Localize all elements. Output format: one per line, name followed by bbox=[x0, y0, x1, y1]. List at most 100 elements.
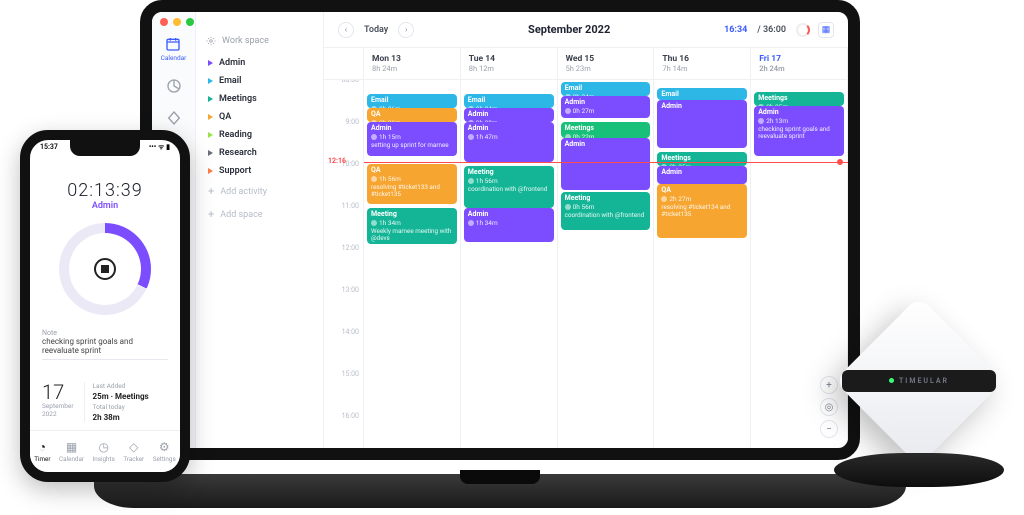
today-button[interactable]: Today bbox=[364, 25, 388, 35]
event-block[interactable]: QA0h 26m bbox=[367, 108, 457, 122]
note-input[interactable]: checking sprint goals and reevaluate spr… bbox=[42, 337, 168, 360]
phone-tabbar: ◔Timer ▦Calendar ◷Insights ◇Tracker ⚙Setting… bbox=[30, 430, 180, 472]
laptop-device: Calendar Work space AdminEmailMeetingsQA… bbox=[140, 0, 870, 490]
sidebar: Work space AdminEmailMeetingsQAReadingRe… bbox=[196, 12, 324, 448]
tab-calendar[interactable]: ▦Calendar bbox=[59, 440, 84, 463]
hour-label: 11:00 bbox=[342, 202, 359, 210]
hour-label: 14:00 bbox=[342, 328, 359, 336]
main-area: ‹ Today › September 2022 16:34 / 36:00 ▦… bbox=[324, 12, 848, 448]
day-header[interactable]: Fri 172h 24m bbox=[751, 48, 848, 79]
hour-label: 15:00 bbox=[342, 370, 359, 378]
tab-tracker[interactable]: ◇Tracker bbox=[123, 440, 144, 463]
brand-label: TIMEULAR bbox=[899, 377, 949, 385]
activity-email[interactable]: Email bbox=[206, 72, 313, 90]
event-block[interactable]: Meetings0h 25m bbox=[657, 152, 747, 166]
tracker-band: TIMEULAR bbox=[842, 370, 996, 392]
progress-ring-icon bbox=[796, 23, 810, 37]
pie-icon bbox=[166, 78, 182, 94]
calendar-grid[interactable]: 08:009:0010:0011:0012:0013:0014:0015:001… bbox=[324, 80, 848, 448]
event-block[interactable]: Email0h 24m bbox=[464, 94, 554, 108]
hour-label: 16:00 bbox=[342, 412, 359, 420]
event-block[interactable]: QA2h 27mresolving #ticket134 and #ticket… bbox=[657, 184, 747, 238]
rail-tracker[interactable] bbox=[166, 110, 182, 126]
event-block[interactable]: Admin1h 47m bbox=[464, 122, 554, 162]
laptop-screen: Calendar Work space AdminEmailMeetingsQA… bbox=[140, 0, 860, 460]
calendar-icon bbox=[165, 36, 181, 52]
time-gutter: 08:009:0010:0011:0012:0013:0014:0015:001… bbox=[324, 80, 364, 448]
day-header[interactable]: Mon 138h 24m bbox=[364, 48, 461, 79]
event-block[interactable]: Admin0h 27m bbox=[561, 96, 651, 118]
total-time: / 36:00 bbox=[757, 25, 786, 35]
day-header-row: Mon 138h 24mTue 148h 12mWed 155h 23mThu … bbox=[324, 48, 848, 80]
day-header[interactable]: Wed 155h 23m bbox=[558, 48, 655, 79]
day-column[interactable]: Email0h 24mAdmin0h 27m Meetings0h 22mAdmi… bbox=[558, 80, 655, 448]
event-block[interactable]: Email0h 26m bbox=[657, 88, 747, 100]
event-block[interactable]: Admin2h 13mchecking sprint goals and ree… bbox=[754, 106, 844, 156]
phone-stats: 17 September 2022 Last Added 25m · Meeti… bbox=[42, 382, 168, 422]
activity-research[interactable]: Research bbox=[206, 144, 313, 162]
add-space[interactable]: +Add space bbox=[206, 203, 313, 226]
hour-label: 12:00 bbox=[342, 244, 359, 252]
status-icons: ••• ᯤ ▮ bbox=[149, 143, 170, 152]
next-button[interactable]: › bbox=[398, 22, 414, 38]
gear-icon bbox=[206, 36, 216, 46]
event-block[interactable]: QA1h 56mresolving #ticket133 and #ticket… bbox=[367, 164, 457, 204]
event-block[interactable]: Admin bbox=[657, 100, 747, 148]
tab-settings[interactable]: ⚙Settings bbox=[153, 440, 176, 463]
rail-label: Calendar bbox=[161, 54, 187, 62]
now-indicator bbox=[364, 162, 848, 163]
day-column[interactable]: Email0h 26mQA0h 26mAdmin1h 15msetting up… bbox=[364, 80, 461, 448]
tracker-device: TIMEULAR bbox=[824, 297, 1014, 487]
timer-display: 02:13:39 bbox=[67, 180, 142, 201]
hour-label: 13:00 bbox=[342, 286, 359, 294]
event-block[interactable]: Meeting1h 34mWeekly marnee meeting with … bbox=[367, 208, 457, 244]
activity-meetings[interactable]: Meetings bbox=[206, 90, 313, 108]
hour-label: 08:00 bbox=[342, 80, 359, 84]
activity-qa[interactable]: QA bbox=[206, 108, 313, 126]
event-block[interactable]: Meeting1h 56mcoordination with @frontend bbox=[464, 166, 554, 208]
day-column[interactable]: Email0h 24mAdmin0h 28mAdmin1h 47mMeeting… bbox=[461, 80, 558, 448]
event-block[interactable]: Meetings0h 25m bbox=[754, 92, 844, 106]
event-block[interactable]: Admin bbox=[657, 166, 747, 184]
jump-today-button[interactable]: ▦ bbox=[818, 22, 834, 38]
topbar: ‹ Today › September 2022 16:34 / 36:00 ▦ bbox=[324, 12, 848, 48]
activity-support[interactable]: Support bbox=[206, 162, 313, 180]
led-icon bbox=[889, 378, 894, 383]
note-label: Note bbox=[42, 329, 57, 337]
workspace-header[interactable]: Work space bbox=[206, 36, 313, 46]
page-title: September 2022 bbox=[424, 23, 714, 36]
event-block[interactable]: Meetings0h 22m bbox=[561, 122, 651, 138]
stat-day: 17 bbox=[42, 382, 74, 402]
activity-reading[interactable]: Reading bbox=[206, 126, 313, 144]
day-header[interactable]: Thu 167h 14m bbox=[654, 48, 751, 79]
prev-button[interactable]: ‹ bbox=[338, 22, 354, 38]
rail-reports[interactable] bbox=[166, 78, 182, 94]
phone-notch bbox=[70, 140, 140, 156]
stop-button[interactable] bbox=[94, 258, 116, 280]
laptop-base bbox=[94, 474, 906, 508]
progress-donut bbox=[59, 223, 151, 315]
event-block[interactable]: Admin0h 28m bbox=[464, 108, 554, 122]
diamond-icon bbox=[166, 110, 182, 126]
workspace-label: Work space bbox=[222, 36, 269, 46]
hour-label: 9:00 bbox=[346, 118, 360, 126]
current-activity[interactable]: Admin bbox=[92, 201, 118, 211]
day-header[interactable]: Tue 148h 12m bbox=[461, 48, 558, 79]
event-block[interactable]: Admin bbox=[561, 138, 651, 190]
rail-calendar[interactable]: Calendar bbox=[161, 36, 187, 62]
day-column[interactable]: Email0h 26mAdminMeetings0h 25mAdminQA2h … bbox=[654, 80, 751, 448]
activity-admin[interactable]: Admin bbox=[206, 54, 313, 72]
current-time: 16:34 bbox=[724, 25, 747, 35]
now-label: 12:16 bbox=[328, 157, 346, 165]
tab-timer[interactable]: ◔Timer bbox=[34, 440, 50, 463]
tracker-dock bbox=[834, 453, 1004, 487]
event-block[interactable]: Admin1h 34m bbox=[464, 208, 554, 242]
event-block[interactable]: Admin1h 15msetting up sprint for marnee bbox=[367, 122, 457, 156]
window-traffic-lights bbox=[160, 18, 194, 26]
event-block[interactable]: Meeting0h 56mcoordination with @frontend bbox=[561, 192, 651, 230]
tab-insights[interactable]: ◷Insights bbox=[93, 440, 115, 463]
add-activity[interactable]: +Add activity bbox=[206, 180, 313, 203]
event-block[interactable]: Email0h 24m bbox=[561, 82, 651, 96]
phone-device: 15:37 ••• ᯤ ▮ 02:13:39 Admin Note checki… bbox=[20, 130, 190, 482]
event-block[interactable]: Email0h 26m bbox=[367, 94, 457, 108]
